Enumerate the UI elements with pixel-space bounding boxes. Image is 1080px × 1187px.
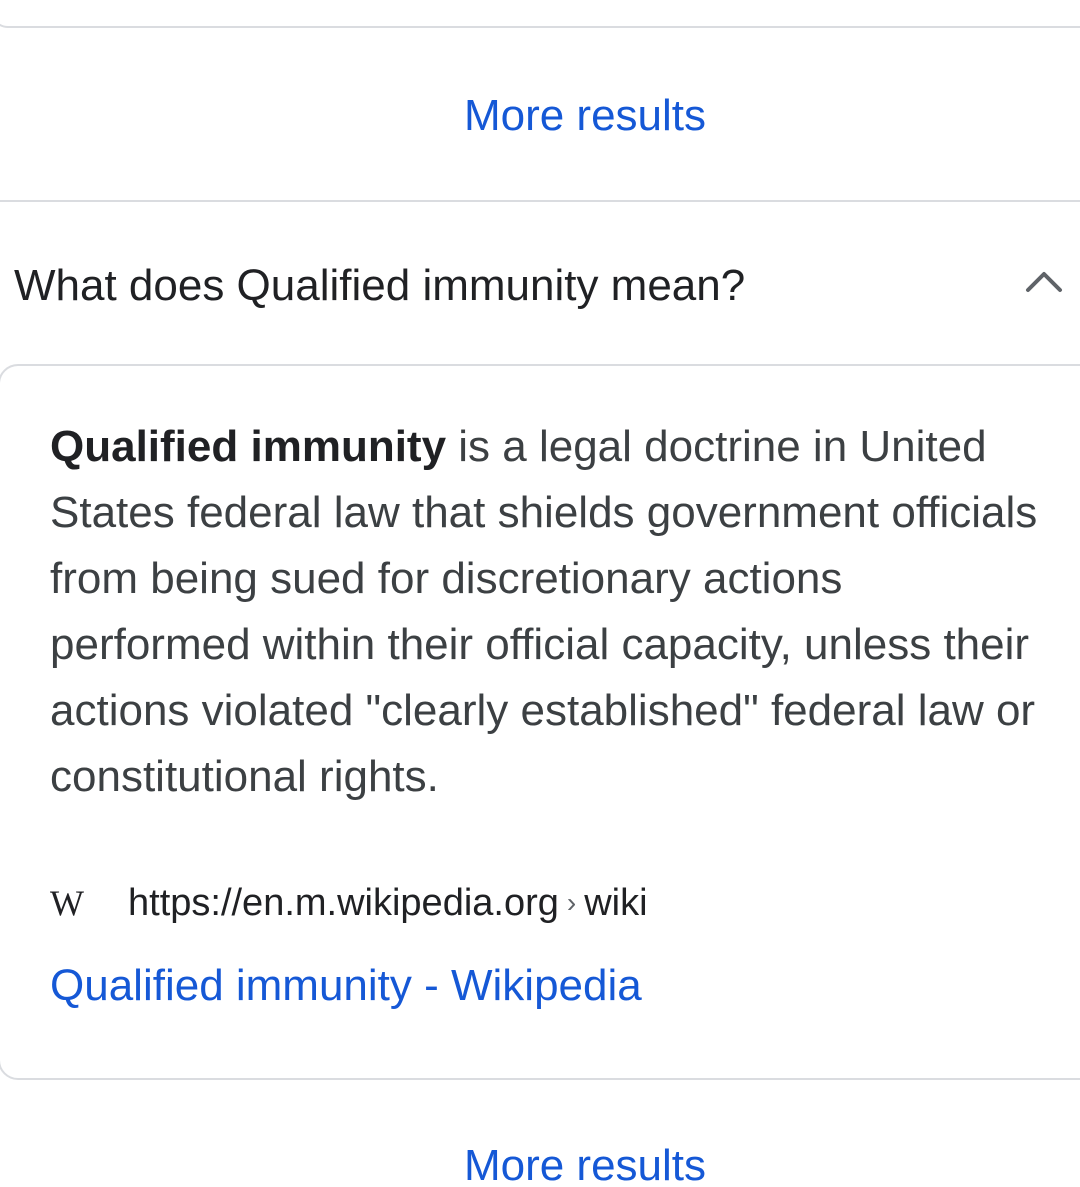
source-row: W https://en.m.wikipedia.org › wiki [50, 878, 648, 928]
previous-card-edge [0, 0, 1080, 28]
wikipedia-icon: W [50, 883, 84, 923]
search-results-page: More results What does Qualified immunit… [0, 0, 1080, 1187]
more-results-link-bottom[interactable]: More results [0, 1140, 1080, 1187]
source-url: https://en.m.wikipedia.org [128, 881, 559, 924]
related-question-toggle[interactable]: What does Qualified immunity mean? [0, 202, 1080, 362]
result-title-link[interactable]: Qualified immunity - Wikipedia [50, 958, 642, 1014]
answer-snippet: Qualified immunity is a legal doctrine i… [50, 414, 1050, 810]
answer-text: is a legal doctrine in United States fed… [50, 422, 1038, 801]
question-text: What does Qualified immunity mean? [14, 261, 746, 310]
answer-bold-term: Qualified immunity [50, 422, 447, 471]
source-path: wiki [584, 881, 648, 924]
chevron-up-icon[interactable] [1022, 260, 1066, 304]
more-results-link-top[interactable]: More results [0, 90, 1080, 142]
breadcrumb-separator: › [566, 887, 577, 918]
